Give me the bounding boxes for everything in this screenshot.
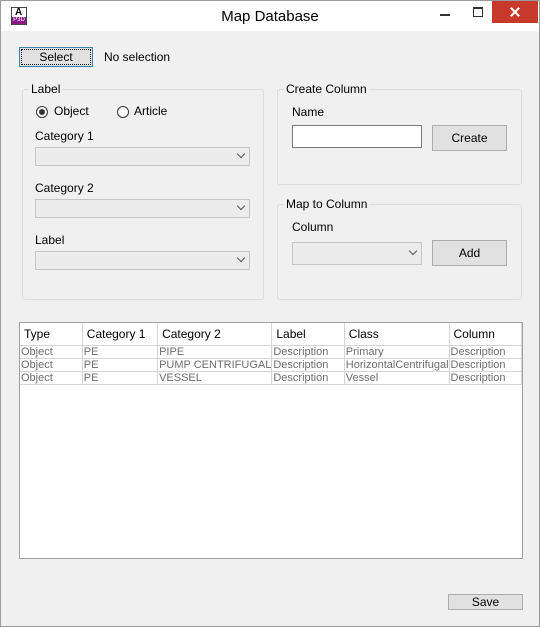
article-radio[interactable] bbox=[117, 106, 129, 118]
column-header[interactable]: Label bbox=[271, 323, 345, 346]
column-header[interactable]: Column bbox=[449, 323, 523, 346]
label-field-label: Label bbox=[35, 233, 65, 247]
table-cell: Description bbox=[449, 358, 523, 372]
minimize-icon[interactable] bbox=[431, 1, 457, 23]
title-bar: A P3D Map Database bbox=[1, 1, 539, 31]
article-radio-label: Article bbox=[134, 104, 168, 118]
object-radio[interactable] bbox=[36, 106, 48, 118]
table-cell: PUMP CENTRIFUGAL bbox=[157, 358, 273, 372]
table-cell: VESSEL bbox=[157, 371, 273, 385]
name-label: Name bbox=[292, 105, 325, 119]
label-group: Label Object Article Category 1 Category… bbox=[22, 82, 264, 300]
map-to-column-group: Map to Column Column Add bbox=[277, 197, 522, 300]
label-dropdown[interactable] bbox=[35, 251, 250, 270]
create-column-group: Create Column Name Create bbox=[277, 82, 522, 185]
map-database-window: A P3D Map Database Select No selection L… bbox=[0, 0, 540, 627]
close-icon[interactable] bbox=[492, 1, 538, 23]
map-to-column-legend: Map to Column bbox=[284, 197, 370, 211]
chevron-down-icon bbox=[236, 201, 246, 211]
table-cell: Description bbox=[449, 345, 523, 359]
category1-dropdown[interactable] bbox=[35, 147, 250, 166]
object-radio-label: Object bbox=[54, 104, 89, 118]
column-header[interactable]: Class bbox=[344, 323, 450, 346]
selection-status: No selection bbox=[104, 50, 171, 64]
name-input[interactable] bbox=[292, 125, 422, 148]
column-dropdown[interactable] bbox=[292, 242, 422, 265]
column-label: Column bbox=[292, 220, 334, 234]
table-row[interactable]: Object PE VESSEL Description Vessel Desc… bbox=[20, 371, 523, 385]
table-cell: PIPE bbox=[157, 345, 273, 359]
category2-label: Category 2 bbox=[35, 181, 94, 195]
table-cell: Description bbox=[271, 345, 345, 359]
window-title: Map Database bbox=[221, 8, 319, 25]
mapping-grid[interactable]: Type Category 1 Category 2 Label Class C… bbox=[19, 322, 523, 559]
chevron-down-icon bbox=[236, 253, 246, 263]
column-header[interactable]: Category 1 bbox=[82, 323, 159, 346]
select-button[interactable]: Select bbox=[19, 47, 93, 67]
create-button[interactable]: Create bbox=[432, 125, 507, 151]
chevron-down-icon bbox=[236, 149, 246, 159]
table-cell: PE bbox=[82, 371, 159, 385]
mapping-table: Type Category 1 Category 2 Label Class C… bbox=[20, 323, 523, 385]
column-header[interactable]: Type bbox=[20, 323, 83, 346]
table-cell: Description bbox=[449, 371, 523, 385]
table-cell: Object bbox=[20, 345, 83, 359]
chevron-down-icon bbox=[408, 246, 418, 256]
maximize-icon[interactable] bbox=[465, 1, 491, 23]
save-button[interactable]: Save bbox=[448, 594, 523, 610]
table-cell: PE bbox=[82, 345, 159, 359]
table-cell: Primary bbox=[344, 345, 450, 359]
table-header-row: Type Category 1 Category 2 Label Class C… bbox=[20, 323, 523, 346]
add-button[interactable]: Add bbox=[432, 240, 507, 266]
table-cell: HorizontalCentrifugal bbox=[344, 358, 450, 372]
category2-dropdown[interactable] bbox=[35, 199, 250, 218]
table-cell: Object bbox=[20, 371, 83, 385]
create-column-legend: Create Column bbox=[284, 82, 369, 96]
table-row[interactable]: Object PE PUMP CENTRIFUGAL Description H… bbox=[20, 358, 523, 372]
category1-label: Category 1 bbox=[35, 129, 94, 143]
table-cell: PE bbox=[82, 358, 159, 372]
table-cell: Vessel bbox=[344, 371, 450, 385]
label-group-legend: Label bbox=[29, 82, 63, 96]
table-cell: Object bbox=[20, 358, 83, 372]
table-row[interactable]: Object PE PIPE Description Primary Descr… bbox=[20, 345, 523, 359]
column-header[interactable]: Category 2 bbox=[157, 323, 273, 346]
table-cell: Description bbox=[271, 358, 345, 372]
table-cell: Description bbox=[271, 371, 345, 385]
